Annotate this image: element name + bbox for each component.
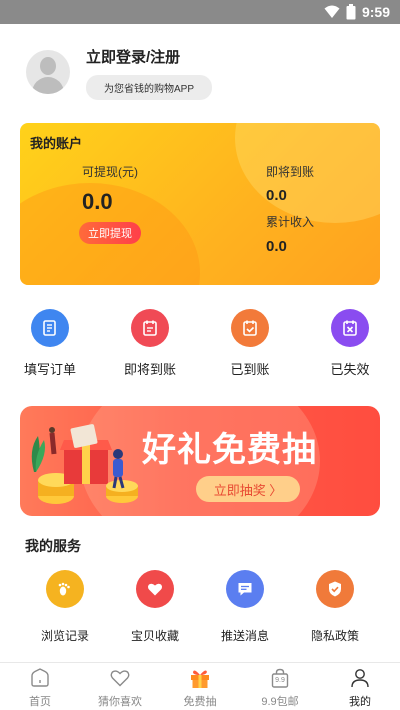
withdrawable-value: 0.0: [82, 189, 113, 214]
service-push-messages[interactable]: 推送消息: [200, 570, 290, 644]
service-label: 推送消息: [220, 629, 269, 643]
status-bar: 9:59: [0, 0, 400, 24]
lottery-banner[interactable]: 好礼免费抽 立即抽奖 〉: [20, 406, 380, 516]
service-privacy-policy[interactable]: 隐私政策: [290, 570, 380, 644]
service-label: 宝贝收藏: [130, 629, 179, 643]
edit-order-icon: [31, 309, 69, 347]
service-label: 隐私政策: [310, 629, 359, 643]
heart-icon: [136, 570, 174, 608]
status-time: 9:59: [361, 4, 390, 20]
account-card: 我的账户 可提现(元) 0.0 立即提现 即将到账 0.0 累计收入 0.0: [20, 123, 380, 285]
total-income-label: 累计收入: [266, 215, 315, 229]
gift-illustration: [31, 424, 138, 504]
order-expired[interactable]: 已失效: [310, 309, 390, 378]
tab-home[interactable]: 首页: [0, 663, 80, 710]
profile-page: 立即登录/注册 为您省钱的购物APP 我的账户 可提现(元) 0.0 立即提现 …: [0, 24, 400, 662]
tab-label: 免费抽: [183, 696, 217, 708]
services-row: 浏览记录 宝贝收藏 推送消息 隐私政策: [0, 570, 400, 650]
order-pending[interactable]: 即将到账: [110, 309, 190, 378]
account-title: 我的账户: [30, 136, 83, 151]
shield-icon: [316, 570, 354, 608]
order-label: 已失效: [330, 362, 370, 377]
avatar[interactable]: [26, 50, 70, 94]
tab-free-draw[interactable]: 免费抽: [160, 663, 240, 710]
total-income-value: 0.0: [266, 238, 287, 255]
withdraw-button[interactable]: 立即提现: [79, 222, 141, 244]
service-browse-history[interactable]: 浏览记录: [20, 570, 110, 644]
tab-guess-you-like[interactable]: 猜你喜欢: [80, 663, 160, 710]
draw-now-button[interactable]: 立即抽奖 〉: [196, 476, 300, 502]
person-icon: [348, 666, 372, 690]
tab-label: 猜你喜欢: [98, 696, 142, 708]
slogan-badge: 为您省钱的购物APP: [86, 75, 213, 100]
tab-mine[interactable]: 我的: [320, 663, 400, 710]
login-register-link[interactable]: 立即登录/注册: [86, 46, 212, 67]
battery-icon: [346, 4, 356, 20]
heart-outline-icon: [108, 666, 132, 690]
order-status-row: 填写订单 即将到账 已到账 已失效: [0, 309, 400, 389]
service-label: 浏览记录: [40, 629, 89, 643]
order-label: 填写订单: [23, 362, 76, 377]
pending-label: 即将到账: [266, 165, 315, 179]
tab-label: 首页: [29, 696, 51, 708]
footprint-icon: [46, 570, 84, 608]
order-fill-in[interactable]: 填写订单: [10, 309, 90, 378]
bag-badge: 9.9: [275, 676, 285, 684]
order-label: 即将到账: [123, 362, 176, 377]
shopping-bag-icon: 9.9: [268, 666, 292, 690]
received-icon: [231, 309, 269, 347]
order-received[interactable]: 已到账: [210, 309, 290, 378]
bottom-tab-bar: 首页 猜你喜欢 免费抽 9.9 9.9包邮 我的: [0, 662, 400, 710]
wifi-icon: [324, 5, 340, 18]
expired-icon: [331, 309, 369, 347]
banner-title: 好礼免费抽: [142, 431, 317, 469]
services-title: 我的服务: [25, 538, 81, 554]
home-icon: [28, 666, 52, 690]
message-icon: [226, 570, 264, 608]
profile-header[interactable]: 立即登录/注册 为您省钱的购物APP: [26, 46, 213, 100]
service-favorites[interactable]: 宝贝收藏: [110, 570, 200, 644]
gift-icon: [188, 666, 212, 690]
tab-label: 我的: [349, 696, 371, 708]
pending-icon: [131, 309, 169, 347]
tab-label: 9.9包邮: [261, 696, 299, 708]
withdrawable-label: 可提现(元): [82, 165, 138, 179]
tab-9-9-free-shipping[interactable]: 9.9 9.9包邮: [240, 663, 320, 710]
order-label: 已到账: [230, 362, 270, 377]
pending-value: 0.0: [266, 187, 287, 204]
